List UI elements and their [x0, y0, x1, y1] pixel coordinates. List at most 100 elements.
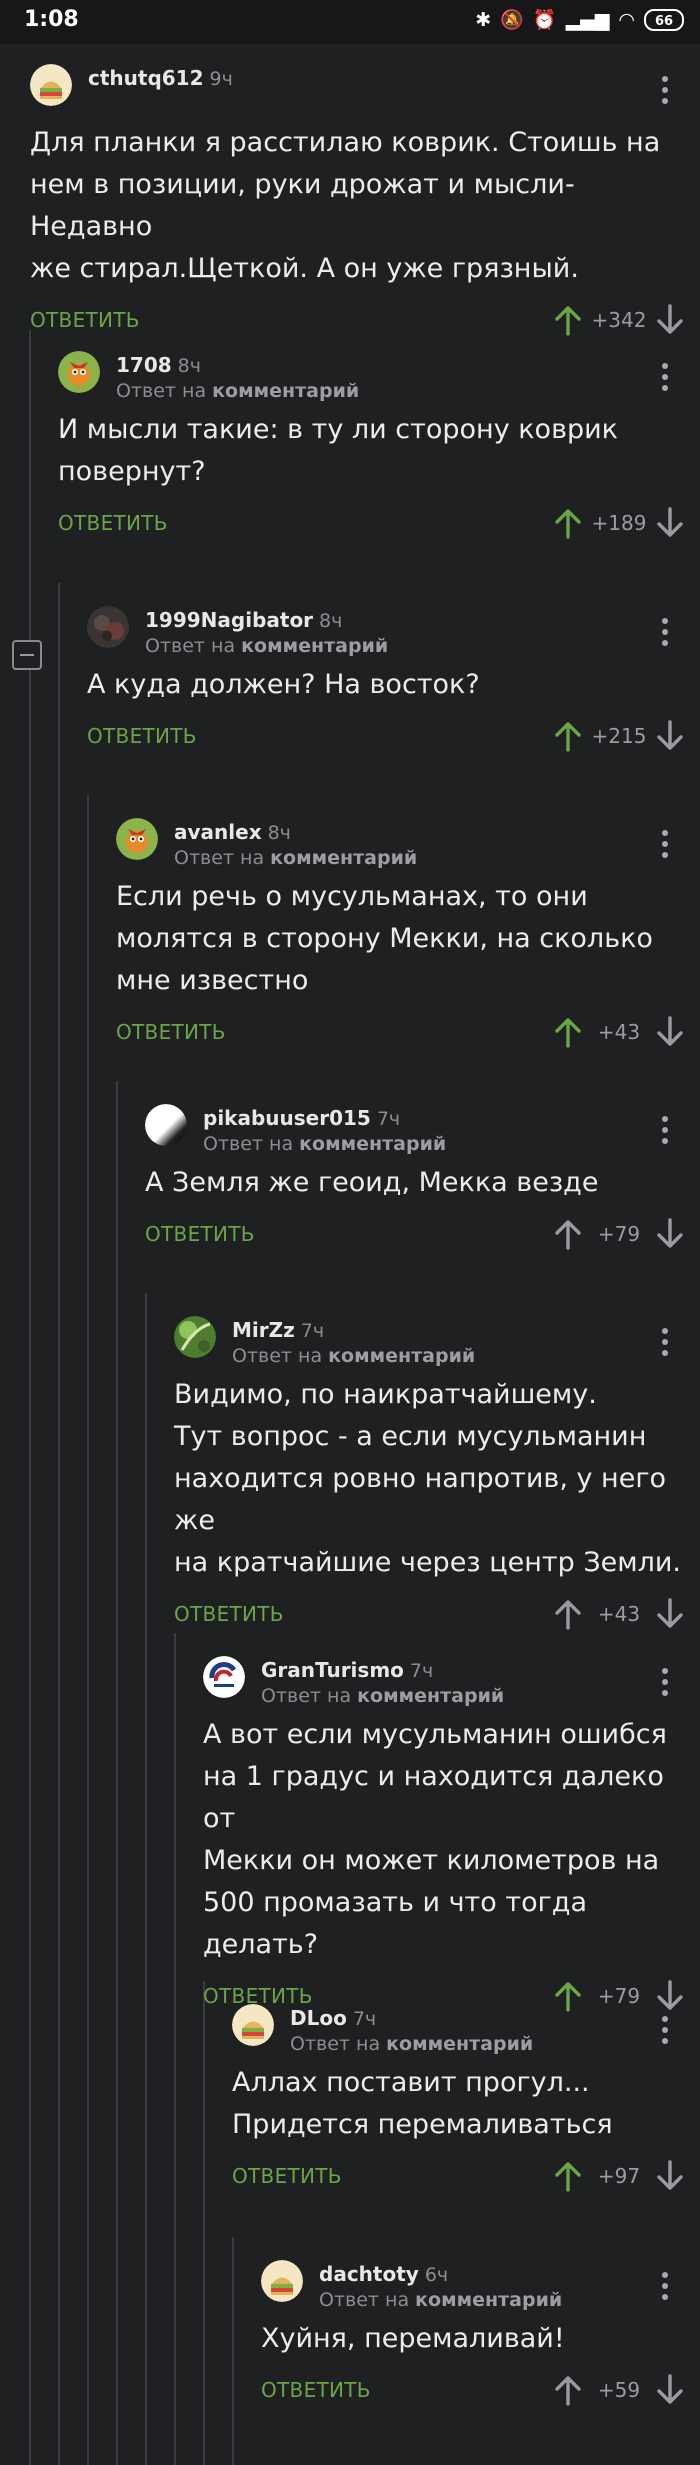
- more-options-icon[interactable]: [661, 2272, 669, 2300]
- reply-to-line: Ответ на комментарий: [261, 1685, 504, 1707]
- reply-to-link[interactable]: комментарий: [415, 2289, 562, 2311]
- wifi-icon: ◠: [618, 8, 635, 31]
- reply-to-link[interactable]: комментарий: [270, 847, 417, 869]
- upvote-arrow-icon[interactable]: [548, 1012, 588, 1052]
- upvote-arrow-icon[interactable]: [548, 1594, 588, 1634]
- downvote-arrow-icon[interactable]: [650, 1214, 690, 1254]
- thread-line[interactable]: [116, 1081, 118, 2465]
- signal-icon: ▂▄▆: [565, 8, 610, 31]
- reply-button[interactable]: ОТВЕТИТЬ: [87, 724, 197, 748]
- upvote-arrow-icon[interactable]: [548, 300, 588, 340]
- downvote-arrow-icon[interactable]: [650, 300, 690, 340]
- downvote-arrow-icon[interactable]: [650, 2370, 690, 2410]
- thread-line[interactable]: [58, 583, 60, 2465]
- bird-avatar[interactable]: [58, 351, 100, 393]
- reply-button[interactable]: ОТВЕТИТЬ: [174, 1602, 284, 1626]
- author-line: 1999Nagibator 8ч: [145, 608, 388, 632]
- author-name[interactable]: cthutq612: [88, 66, 204, 90]
- reply-button[interactable]: ОТВЕТИТЬ: [58, 511, 168, 535]
- comment-score: +97: [597, 2164, 641, 2188]
- comment-time: 7ч: [352, 2008, 377, 2030]
- author-name[interactable]: dachtoty: [319, 2262, 419, 2286]
- author-name[interactable]: 1999Nagibator: [145, 608, 313, 632]
- reply-to-link[interactable]: комментарий: [328, 1345, 475, 1367]
- reply-to-link[interactable]: комментарий: [357, 1685, 504, 1707]
- vote-controls: +342: [548, 300, 690, 340]
- upvote-arrow-icon[interactable]: [548, 2156, 588, 2196]
- reply-to-line: Ответ на комментарий: [174, 847, 417, 869]
- author-name[interactable]: DLoo: [290, 2006, 347, 2030]
- more-options-icon[interactable]: [661, 363, 669, 391]
- author-line: GranTurismo 7ч: [261, 1658, 504, 1682]
- reply-button[interactable]: ОТВЕТИТЬ: [116, 1020, 226, 1044]
- comment-header: cthutq612 9ч: [30, 58, 690, 114]
- downvote-arrow-icon[interactable]: [650, 1012, 690, 1052]
- more-options-icon[interactable]: [661, 1116, 669, 1144]
- comment: MirZz 7ч Ответ на комментарий Видимо, по на…: [174, 1310, 690, 1638]
- more-options-icon[interactable]: [661, 1328, 669, 1356]
- status-bar: 1:08 ✱ 🔕 ⏰ ▂▄▆ ◠ 66: [0, 0, 700, 44]
- thread-line[interactable]: [232, 2237, 234, 2465]
- gt-logo-avatar[interactable]: [203, 1656, 245, 1698]
- vote-controls: +79: [548, 1214, 690, 1254]
- reply-to-line: Ответ на комментарий: [290, 2033, 533, 2055]
- reply-button[interactable]: ОТВЕТИТЬ: [145, 1222, 255, 1246]
- more-options-icon[interactable]: [661, 2016, 669, 2044]
- reply-to-prefix: Ответ на: [319, 2289, 410, 2311]
- leaf-avatar[interactable]: [174, 1316, 216, 1358]
- comment-text: И мысли такие: в ту ли сторону коврик по…: [58, 414, 618, 487]
- thread-line[interactable]: [203, 1981, 205, 2465]
- upvote-arrow-icon[interactable]: [548, 716, 588, 756]
- comment: 1708 8ч Ответ на комментарий И мысли такие:…: [58, 345, 690, 547]
- thread-line[interactable]: [174, 1633, 176, 2465]
- moon-avatar[interactable]: [145, 1104, 187, 1146]
- comment-footer: ОТВЕТИТЬ +215: [87, 714, 690, 760]
- comment: cthutq612 9ч Для планки я расстилаю коврик…: [30, 58, 690, 344]
- reply-to-prefix: Ответ на: [203, 1133, 294, 1155]
- bird-avatar[interactable]: [116, 818, 158, 860]
- sandwich-avatar[interactable]: [232, 2004, 274, 2046]
- downvote-arrow-icon[interactable]: [650, 716, 690, 756]
- author-name[interactable]: GranTurismo: [261, 1658, 404, 1682]
- author-name[interactable]: avanlex: [174, 820, 262, 844]
- reply-button[interactable]: ОТВЕТИТЬ: [232, 2164, 342, 2188]
- more-options-icon[interactable]: [661, 76, 669, 104]
- upvote-arrow-icon[interactable]: [548, 503, 588, 543]
- more-options-icon[interactable]: [661, 618, 669, 646]
- thread-line[interactable]: [87, 795, 89, 2465]
- reply-button[interactable]: ОТВЕТИТЬ: [30, 308, 140, 332]
- comment-text: Аллах поставит прогул... Придется перема…: [232, 2067, 613, 2140]
- thread-line[interactable]: [145, 1293, 147, 2465]
- reply-to-link[interactable]: комментарий: [241, 635, 388, 657]
- mute-icon: 🔕: [500, 9, 524, 31]
- downvote-arrow-icon[interactable]: [650, 1594, 690, 1634]
- comment: avanlex 8ч Ответ на комментарий Если речь о…: [116, 812, 690, 1056]
- more-options-icon[interactable]: [661, 1668, 669, 1696]
- collapse-thread-button[interactable]: [12, 640, 42, 670]
- reply-button[interactable]: ОТВЕТИТЬ: [261, 2378, 371, 2402]
- comment: pikabuuser015 7ч Ответ на комментарий А Зем…: [145, 1098, 690, 1258]
- downvote-arrow-icon[interactable]: [650, 2156, 690, 2196]
- comment-time: 8ч: [177, 355, 201, 377]
- comment-footer: ОТВЕТИТЬ +97: [232, 2154, 690, 2200]
- sandwich-avatar[interactable]: [261, 2260, 303, 2302]
- comment-meta: MirZz 7ч Ответ на комментарий: [232, 1318, 475, 1367]
- reply-to-link[interactable]: комментарий: [386, 2033, 533, 2055]
- reply-to-link[interactable]: комментарий: [212, 380, 359, 402]
- upvote-arrow-icon[interactable]: [548, 2370, 588, 2410]
- downvote-arrow-icon[interactable]: [650, 503, 690, 543]
- status-time: 1:08: [24, 7, 79, 32]
- author-line: pikabuuser015 7ч: [203, 1106, 446, 1130]
- author-name[interactable]: pikabuuser015: [203, 1106, 371, 1130]
- more-options-icon[interactable]: [661, 830, 669, 858]
- reply-to-line: Ответ на комментарий: [203, 1133, 446, 1155]
- author-name[interactable]: MirZz: [232, 1318, 295, 1342]
- author-line: MirZz 7ч: [232, 1318, 475, 1342]
- comment-score: +59: [597, 2378, 641, 2402]
- upvote-arrow-icon[interactable]: [548, 1214, 588, 1254]
- comment: DLoo 7ч Ответ на комментарий Аллах поставит…: [232, 1998, 690, 2200]
- photo-avatar[interactable]: [87, 606, 129, 648]
- reply-to-link[interactable]: комментарий: [299, 1133, 446, 1155]
- sandwich-avatar[interactable]: [30, 64, 72, 106]
- author-name[interactable]: 1708: [116, 353, 172, 377]
